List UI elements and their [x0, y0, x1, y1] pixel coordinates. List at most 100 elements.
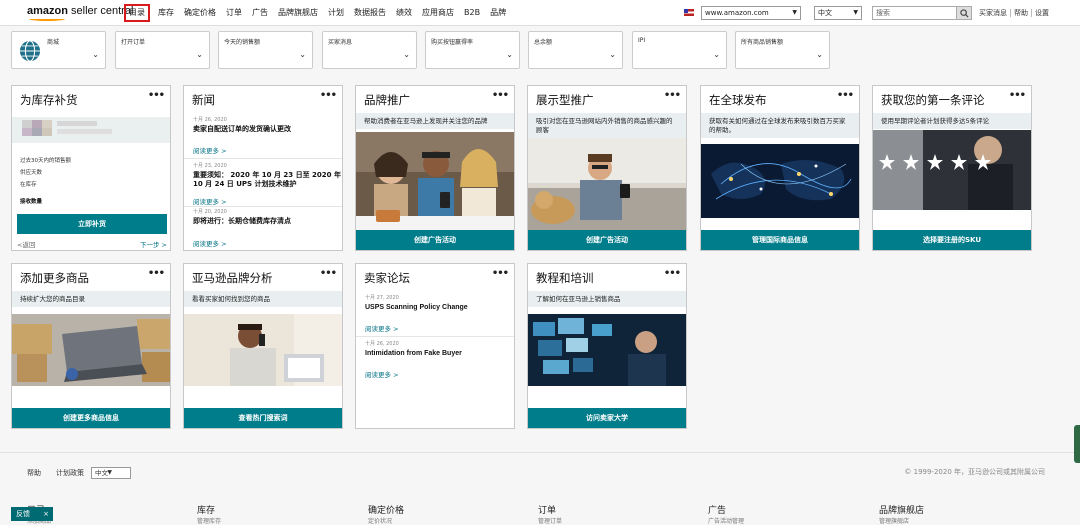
more-options-icon[interactable]: ••• — [148, 268, 165, 279]
footer-col-inventory[interactable]: 库存 — [197, 503, 215, 516]
more-options-icon[interactable]: ••• — [492, 90, 509, 101]
world-network-image — [701, 144, 859, 218]
read-more-link[interactable]: 阅读更多 > — [193, 196, 227, 206]
manage-international-listings-button[interactable]: 管理国际商品信息 — [701, 230, 859, 250]
nav-item-advertising[interactable]: 广告 — [247, 4, 273, 22]
metrics-row: 商城 ⌄ 打开订单 ⌄ 今天的销售额 ⌄ 买家消息 ⌄ 购买按钮赢得率 ⌄ 总余… — [0, 27, 1080, 77]
logo-smile-icon — [29, 17, 65, 21]
chevron-down-icon: ⌄ — [92, 50, 99, 59]
card-training: 教程和培训 ••• 了解如何在亚马逊上销售商品 访问卖家大学 — [527, 263, 687, 429]
nav-item-catalog[interactable]: 目录 — [124, 4, 150, 22]
nav-item-appstore[interactable]: 应用商店 — [417, 4, 459, 22]
buyer-messages-link[interactable]: 买家消息 — [976, 9, 1011, 17]
help-link[interactable]: 帮助 — [1011, 9, 1032, 17]
footer-col-advertising[interactable]: 广告 — [708, 503, 726, 516]
metric-balance[interactable]: 总余额 ⌄ — [528, 31, 623, 69]
footer-col-orders[interactable]: 订单 — [538, 503, 556, 516]
nav-item-stores[interactable]: 品牌旗舰店 — [273, 4, 323, 22]
copyright: © 1999-2020 年，亚马逊公司或其附属公司 — [904, 468, 1045, 476]
metric-marketplace[interactable]: 商城 ⌄ — [11, 31, 106, 69]
footer-links: 帮助 计划政策 中文 ▼ — [27, 467, 131, 479]
card-seller-forums: 卖家论坛 ••• 十月 27, 2020 USPS Scanning Polic… — [355, 263, 515, 429]
caret-down-icon: ▼ — [107, 469, 112, 476]
seller-central-logo[interactable]: amazon seller central — [27, 5, 133, 21]
laptop-and-boxes-photo — [12, 314, 170, 386]
metric-ipi[interactable]: IPI ⌄ — [632, 31, 727, 69]
footer-language-select[interactable]: 中文 ▼ — [91, 467, 131, 479]
metric-open-orders[interactable]: 打开订单 ⌄ — [115, 31, 210, 69]
chevron-down-icon: ⌄ — [816, 50, 823, 59]
more-options-icon[interactable]: ••• — [664, 90, 681, 101]
nav-item-orders[interactable]: 订单 — [221, 4, 247, 22]
view-search-terms-button[interactable]: 查看热门搜索词 — [184, 408, 342, 428]
footer-help-link[interactable]: 帮助 — [27, 468, 41, 478]
create-campaign-button[interactable]: 创建广告活动 — [356, 230, 514, 250]
restock-now-button[interactable]: 立即补货 — [17, 214, 167, 234]
main-nav: 目录 库存 确定价格 订单 广告 品牌旗舰店 计划 数据报告 绩效 应用商店 B… — [124, 3, 511, 23]
metric-total-sales[interactable]: 所有商品销售额 ⌄ — [735, 31, 830, 69]
footer-policies-link[interactable]: 计划政策 — [56, 468, 84, 478]
create-campaign-button[interactable]: 创建广告活动 — [528, 230, 686, 250]
read-more-link[interactable]: 阅读更多 > — [365, 323, 399, 333]
card-sponsored-display: 展示型推广 ••• 吸引对您在亚马逊网站内外销售的商品感兴趣的顾客 创建广告活动 — [527, 85, 687, 251]
nav-item-performance[interactable]: 绩效 — [391, 4, 417, 22]
us-flag-icon — [684, 9, 694, 16]
chevron-down-icon: ⌄ — [713, 50, 720, 59]
forum-post[interactable]: 十月 26, 2020 Intimidation from Fake Buyer — [365, 340, 515, 358]
five-stars-image — [873, 130, 1031, 210]
nav-item-pricing[interactable]: 确定价格 — [179, 4, 221, 22]
nav-item-reports[interactable]: 数据报告 — [349, 4, 391, 22]
nav-item-inventory[interactable]: 库存 — [153, 4, 179, 22]
next-link[interactable]: 下一步 > — [140, 239, 167, 249]
chevron-down-icon: ⌄ — [609, 50, 616, 59]
read-more-link[interactable]: 阅读更多 > — [193, 145, 227, 155]
footer-col-pricing[interactable]: 确定价格 — [368, 503, 404, 516]
visit-seller-university-button[interactable]: 访问卖家大学 — [528, 408, 686, 428]
nav-item-programs[interactable]: 计划 — [323, 4, 349, 22]
more-options-icon[interactable]: ••• — [320, 90, 337, 101]
caret-down-icon: ▼ — [853, 9, 858, 16]
more-options-icon[interactable]: ••• — [1009, 90, 1026, 101]
header-links: 买家消息 帮助 设置 — [976, 9, 1052, 17]
product-thumbnail-strip — [12, 117, 170, 143]
card-brand-analytics: 亚马逊品牌分析 ••• 看看买家如何找到您的商品 查看热门搜索词 — [183, 263, 343, 429]
chevron-down-icon: ⌄ — [196, 50, 203, 59]
forum-post[interactable]: 十月 27, 2020 USPS Scanning Policy Change — [365, 294, 515, 312]
search-input[interactable]: 搜索 — [872, 6, 958, 20]
settings-link[interactable]: 设置 — [1032, 9, 1052, 17]
more-options-icon[interactable]: ••• — [837, 90, 854, 101]
select-sku-button[interactable]: 选择要注册的SKU — [873, 230, 1031, 250]
close-icon[interactable]: × — [43, 507, 49, 521]
metric-buy-box[interactable]: 购买按钮赢得率 ⌄ — [425, 31, 520, 69]
friends-with-phone-photo — [356, 132, 514, 230]
more-options-icon[interactable]: ••• — [320, 268, 337, 279]
footer-col-stores[interactable]: 品牌旗舰店 — [879, 503, 924, 516]
news-item[interactable]: 十月 20, 2020 即将进行：长期仓储费库存清点 — [193, 208, 343, 226]
metric-buyer-messages[interactable]: 买家消息 ⌄ — [322, 31, 417, 69]
nav-item-brands[interactable]: 品牌 — [485, 4, 511, 22]
feedback-button[interactable]: 反馈 × — [11, 507, 53, 521]
card-news: 新闻 ••• 十月 26, 2020 卖家自配送订单的发货确认更改 阅读更多 >… — [183, 85, 343, 251]
nav-item-b2b[interactable]: B2B — [459, 4, 485, 22]
search-button[interactable] — [956, 6, 972, 20]
more-options-icon[interactable]: ••• — [492, 268, 509, 279]
metric-today-sales[interactable]: 今天的销售额 ⌄ — [218, 31, 313, 69]
card-sponsored-brands: 品牌推广 ••• 帮助消费者在亚马逊上发现并关注您的品牌 创建广告活动 — [355, 85, 515, 251]
language-select[interactable]: 中文 ▼ — [814, 6, 862, 20]
read-more-link[interactable]: 阅读更多 > — [365, 369, 399, 379]
chevron-down-icon: ⌄ — [299, 50, 306, 59]
man-with-dog-photo — [528, 138, 686, 230]
news-item[interactable]: 十月 23, 2020 重要须知： 2020 年 10 月 23 日至 2020… — [193, 162, 343, 189]
more-options-icon[interactable]: ••• — [148, 90, 165, 101]
news-item[interactable]: 十月 26, 2020 卖家自配送订单的发货确认更改 — [193, 116, 343, 134]
digital-screens-photo — [528, 314, 686, 386]
side-scroll-tab[interactable] — [1074, 425, 1080, 463]
chevron-down-icon: ⌄ — [506, 50, 513, 59]
globe-icon — [19, 40, 41, 62]
more-options-icon[interactable]: ••• — [664, 268, 681, 279]
search-icon — [960, 9, 969, 18]
create-listings-button[interactable]: 创建更多商品信息 — [12, 408, 170, 428]
prev-link[interactable]: <返回 — [17, 239, 35, 249]
read-more-link[interactable]: 阅读更多 > — [193, 238, 227, 248]
marketplace-select[interactable]: www.amazon.com ▼ — [701, 6, 801, 20]
